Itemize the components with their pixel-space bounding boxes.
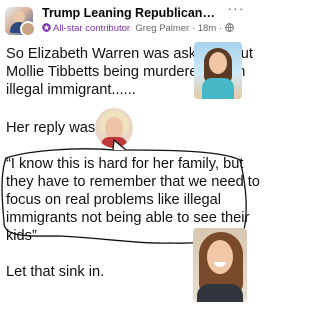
quote-line: kids” (6, 228, 37, 244)
author-name[interactable]: Greg Palmer (135, 23, 189, 34)
mollie-tibbetts-photo (194, 42, 242, 99)
all-star-badge[interactable]: All-star contributor (53, 23, 130, 34)
closing-line: Let that sink in. (6, 264, 105, 280)
group-avatar[interactable] (5, 7, 36, 37)
quote-line: “I know this is hard for her family, but (6, 156, 244, 172)
post-header: Trump Leaning Republicans in Sp... All-s… (0, 0, 250, 42)
author-avatar[interactable] (20, 21, 36, 37)
elizabeth-warren-photo (95, 108, 133, 148)
post-meta: All-star contributor Greg Palmer · 18m · (42, 23, 234, 34)
more-options-button[interactable]: ··· (226, 0, 246, 18)
meta-separator: · (218, 23, 222, 34)
star-badge-icon (42, 23, 51, 32)
quote-line: focus on real problems like illegal (6, 192, 221, 208)
mollie-tibbetts-smiling-photo (193, 228, 247, 302)
meta-separator: · (191, 23, 196, 34)
group-name-link[interactable]: Trump Leaning Republicans in Sp... (42, 6, 220, 20)
post-time[interactable]: 18m (198, 23, 216, 34)
reply-label: Her reply was: (6, 120, 100, 136)
more-options-icon: ··· (227, 0, 245, 16)
post-text-line: illegal immigrant...... (6, 82, 136, 98)
quote-line: they have to remember that we need to (6, 174, 260, 190)
quote-line: immigrants not being able to see their (6, 210, 250, 226)
globe-icon (224, 23, 234, 32)
